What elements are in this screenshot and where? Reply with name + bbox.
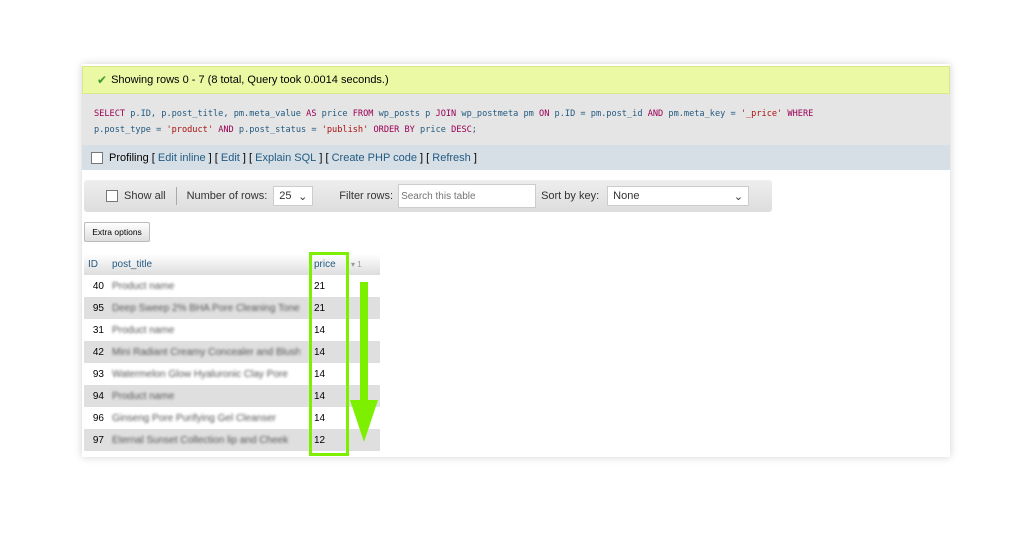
cell-id: 42 (84, 341, 108, 363)
post-title-text: Watermelon Glow Hyaluronic Clay Pore (112, 368, 288, 380)
sql-line-2: p.post_type = 'product' AND p.post_statu… (94, 122, 938, 138)
refresh-link[interactable]: Refresh (432, 152, 471, 164)
cell-post-title: Product name (108, 275, 310, 297)
sql-text: p.post_status = (233, 125, 322, 135)
success-message: ✔ Showing rows 0 - 7 (8 total, Query too… (82, 66, 950, 94)
sql-text: pm.meta_key = (663, 109, 741, 119)
explain-sql-link[interactable]: Explain SQL (255, 152, 316, 164)
show-all-checkbox[interactable] (106, 190, 118, 202)
extra-options-button[interactable]: Extra options (84, 222, 150, 242)
cell-id: 31 (84, 319, 108, 341)
sql-keyword: AND (218, 125, 234, 135)
sql-string: 'product' (166, 125, 214, 135)
header-id[interactable]: ID (84, 254, 108, 275)
profiling-label: Profiling (109, 151, 149, 164)
sql-keyword: ORDER BY (373, 125, 415, 135)
profiling-bar: Profiling [ Edit inline ] [ Edit ] [ Exp… (82, 145, 950, 170)
create-php-code-link[interactable]: Create PHP code (332, 152, 417, 164)
divider (175, 187, 177, 205)
check-icon: ✔ (97, 73, 108, 87)
rows-value: 25 (279, 190, 292, 202)
edit-inline-link[interactable]: Edit inline (158, 152, 206, 164)
cell-id: 93 (84, 363, 108, 385)
sql-keyword: AS (306, 109, 317, 119)
sql-string: '_price' (740, 109, 783, 119)
sql-text: price (316, 109, 353, 119)
rows-select[interactable]: 25 ⌄ (273, 186, 314, 206)
header-post-title[interactable]: post_title (108, 254, 310, 275)
post-title-text: Product name (112, 324, 175, 336)
cell-post-title: Product name (108, 385, 310, 407)
sql-text: p.ID, p.post_title, pm.meta_value (125, 109, 307, 119)
sql-text: p.ID = pm.post_id (549, 109, 648, 119)
status-text: Showing rows 0 - 7 (8 total, Query took … (111, 74, 389, 86)
sql-string: 'publish' (321, 125, 369, 135)
cell-post-title: Eternal Sunset Collection lip and Cheek (108, 429, 310, 451)
post-title-text: Ginseng Pore Purifying Gel Cleanser (112, 412, 276, 424)
sql-text: ; (471, 125, 477, 135)
cell-id: 94 (84, 385, 108, 407)
query-results-panel: ✔ Showing rows 0 - 7 (8 total, Query too… (82, 64, 950, 457)
sort-select[interactable]: None ⌄ (607, 186, 750, 206)
chevron-down-icon: ⌄ (733, 190, 744, 203)
cell-post-title: Mini Radiant Creamy Concealer and Blush (108, 341, 310, 363)
profiling-checkbox[interactable] (91, 151, 103, 164)
sql-line-1: SELECT p.ID, p.post_title, pm.meta_value… (94, 106, 938, 122)
edit-link[interactable]: Edit (221, 152, 240, 164)
filter-label: Filter rows: (339, 190, 394, 202)
cell-id: 97 (84, 429, 108, 451)
rows-label: Number of rows: (186, 190, 268, 202)
cell-post-title: Ginseng Pore Purifying Gel Cleanser (108, 407, 310, 429)
sql-text: wp_postmeta pm (456, 109, 540, 119)
sql-keyword: FROM (352, 109, 374, 119)
filter-input[interactable] (398, 184, 537, 208)
sql-keyword: AND (647, 109, 664, 119)
cell-post-title: Product name (108, 319, 310, 341)
show-all-label: Show all (124, 190, 166, 202)
sql-query: SELECT p.ID, p.post_title, pm.meta_value… (82, 94, 950, 145)
chevron-down-icon: ⌄ (298, 190, 308, 203)
sql-keyword: WHERE (787, 109, 814, 119)
cell-post-title: Deep Sweep 2% BHA Pore Cleaning Toner (108, 297, 310, 319)
cell-id: 96 (84, 407, 108, 429)
sql-text: wp_posts p (373, 109, 436, 119)
sort-indicator: ▾ 1 (347, 254, 380, 275)
sql-text: p.post_type = (94, 125, 167, 135)
post-title-text: Product name (112, 390, 175, 402)
table-toolbar: Show all Number of rows: 25 ⌄ Filter rows… (84, 180, 772, 212)
sql-keyword: ON (539, 109, 550, 119)
sort-value: None (613, 190, 640, 202)
post-title-text: Deep Sweep 2% BHA Pore Cleaning Toner (112, 302, 300, 314)
cell-post-title: Watermelon Glow Hyaluronic Clay Pore (108, 363, 310, 385)
cell-id: 40 (84, 275, 108, 297)
post-title-text: Product name (112, 280, 175, 292)
post-title-text: Eternal Sunset Collection lip and Cheek (112, 434, 289, 446)
cell-id: 95 (84, 297, 108, 319)
sql-text: price (414, 125, 452, 135)
sort-label: Sort by key: (541, 190, 600, 202)
arrow-down-icon (350, 282, 378, 442)
sql-keyword: JOIN (435, 109, 457, 119)
sql-keyword: SELECT (94, 109, 126, 119)
post-title-text: Mini Radiant Creamy Concealer and Blush (112, 346, 300, 358)
sql-keyword: DESC (451, 125, 472, 135)
price-column-highlight (309, 252, 349, 456)
